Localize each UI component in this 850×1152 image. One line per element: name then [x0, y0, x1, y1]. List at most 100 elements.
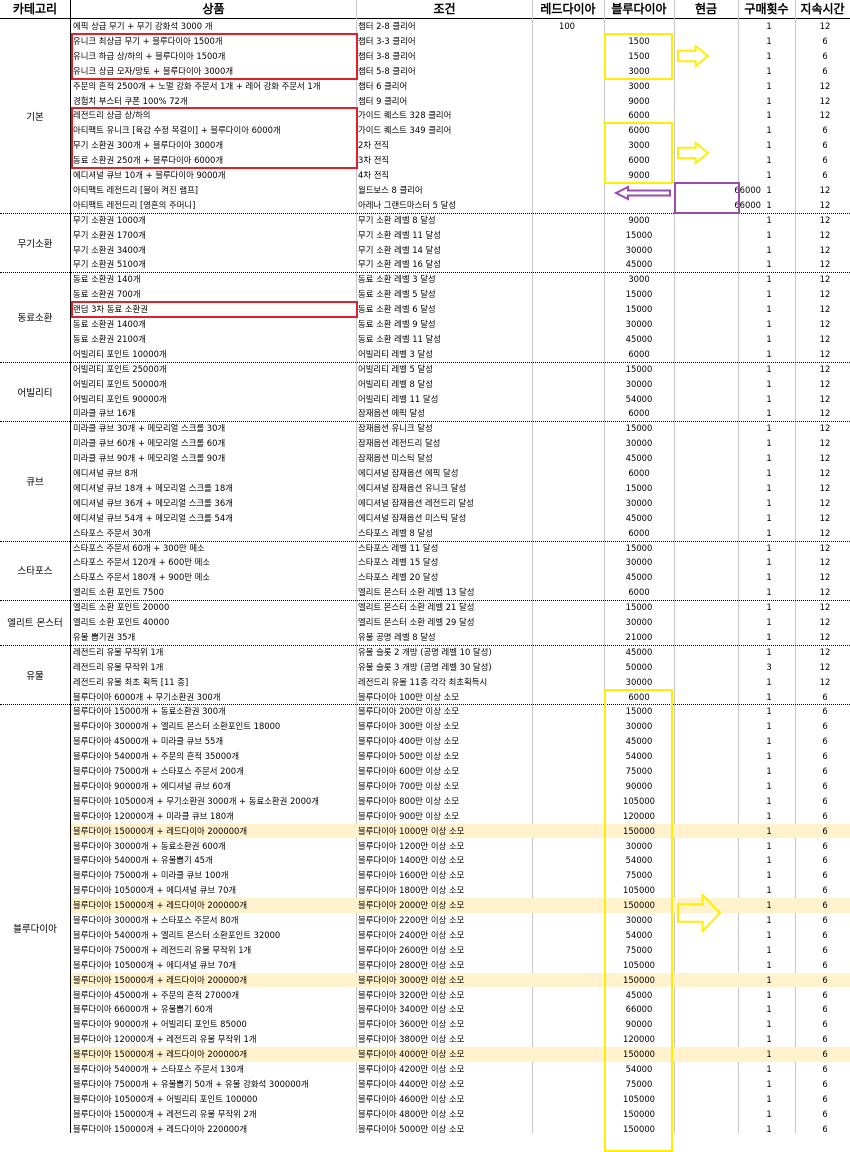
- condition-cell[interactable]: 블루다이아 2000만 이상 소모: [358, 898, 553, 913]
- product-cell[interactable]: 블루다이아 75000개 + 미라클 큐브 100개: [73, 868, 357, 883]
- red-dia-cell[interactable]: [542, 1077, 592, 1092]
- duration-cell[interactable]: 12: [795, 317, 850, 332]
- red-dia-cell[interactable]: [542, 243, 592, 258]
- blue-dia-cell[interactable]: 6000: [604, 347, 674, 362]
- duration-cell[interactable]: 6: [795, 690, 850, 705]
- red-dia-cell[interactable]: [542, 1062, 592, 1077]
- red-dia-cell[interactable]: [542, 764, 592, 779]
- red-dia-cell[interactable]: [542, 228, 592, 243]
- blue-dia-cell[interactable]: 120000: [604, 809, 674, 824]
- condition-cell[interactable]: 블루다이아 1400만 이상 소모: [358, 853, 553, 868]
- red-dia-cell[interactable]: [542, 1047, 592, 1062]
- red-dia-cell[interactable]: [542, 317, 592, 332]
- table-row[interactable]: 유니크 상급 모자/망토 + 블루다이아 3000개챕터 5-8 클리어3000…: [71, 64, 850, 79]
- duration-cell[interactable]: 12: [795, 541, 850, 556]
- product-cell[interactable]: 유니크 상급 모자/망토 + 블루다이아 3000개: [73, 64, 357, 79]
- condition-cell[interactable]: 4차 전직: [358, 168, 553, 183]
- red-dia-cell[interactable]: [542, 34, 592, 49]
- red-dia-cell[interactable]: [542, 600, 592, 615]
- buy-count-cell[interactable]: 1: [739, 809, 799, 824]
- buy-count-cell[interactable]: 1: [739, 1002, 799, 1017]
- buy-count-cell[interactable]: 1: [739, 585, 799, 600]
- buy-count-cell[interactable]: 1: [739, 406, 799, 421]
- condition-cell[interactable]: 블루다이아 200만 이상 소모: [358, 704, 553, 719]
- duration-cell[interactable]: 12: [795, 272, 850, 287]
- condition-cell[interactable]: 에디셔널 잠재옵션 레전드리 달성: [358, 496, 553, 511]
- product-cell[interactable]: 블루다이아 30000개 + 동료소환권 600개: [73, 839, 357, 854]
- condition-cell[interactable]: 잠재옵션 레전드리 달성: [358, 436, 553, 451]
- red-dia-cell[interactable]: [542, 451, 592, 466]
- red-dia-cell[interactable]: [542, 615, 592, 630]
- red-dia-cell[interactable]: [542, 377, 592, 392]
- table-row[interactable]: 어빌리티 포인트 90000개어빌리티 레벨 11 달성54000112: [71, 392, 850, 407]
- product-cell[interactable]: 스타포스 주문서 120개 + 600만 메소: [73, 555, 357, 570]
- red-dia-cell[interactable]: [542, 928, 592, 943]
- red-dia-cell[interactable]: [542, 690, 592, 705]
- buy-count-cell[interactable]: 1: [739, 570, 799, 585]
- blue-dia-cell[interactable]: 120000: [604, 1032, 674, 1047]
- table-row[interactable]: 스타포스 주문서 120개 + 600만 메소스타포스 레벨 15 달성3000…: [71, 555, 850, 570]
- red-dia-cell[interactable]: [542, 749, 592, 764]
- condition-cell[interactable]: 레전드리 유물 11종 각각 최초획득시: [358, 675, 553, 690]
- blue-dia-cell[interactable]: 30000: [604, 496, 674, 511]
- table-row[interactable]: 엘리트 소환 포인트 20000엘리트 몬스터 소환 레벨 21 달성15000…: [71, 600, 850, 615]
- condition-cell[interactable]: 가이드 퀘스트 349 클리어: [358, 123, 553, 138]
- condition-cell[interactable]: 블루다이아 2200만 이상 소모: [358, 913, 553, 928]
- blue-dia-cell[interactable]: 150000: [604, 898, 674, 913]
- condition-cell[interactable]: 챕터 6 클리어: [358, 79, 553, 94]
- condition-cell[interactable]: 블루다이아 3800만 이상 소모: [358, 1032, 553, 1047]
- table-row[interactable]: 미라클 큐브 90개 + 메모리얼 스크롤 90개잠재옵션 미스틱 달성4500…: [71, 451, 850, 466]
- table-row[interactable]: 어빌리티 포인트 50000개어빌리티 레벨 8 달성30000112: [71, 377, 850, 392]
- header-blue-dia[interactable]: 블루다이아: [604, 0, 674, 18]
- duration-cell[interactable]: 6: [795, 138, 850, 153]
- product-cell[interactable]: 블루다이아 45000개 + 주문의 흔적 27000개: [73, 988, 357, 1003]
- product-cell[interactable]: 블루다이아 30000개 + 스타포스 주문서 80개: [73, 913, 357, 928]
- duration-cell[interactable]: 12: [795, 615, 850, 630]
- table-row[interactable]: 블루다이아 150000개 + 레드다이아 200000개블루다이아 2000만…: [71, 898, 850, 913]
- blue-dia-cell[interactable]: 150000: [604, 1047, 674, 1062]
- blue-dia-cell[interactable]: 75000: [604, 868, 674, 883]
- table-row[interactable]: 무기 소환권 1000개무기 소환 레벨 8 달성9000112: [71, 213, 850, 228]
- buy-count-cell[interactable]: 1: [739, 272, 799, 287]
- product-cell[interactable]: 블루다이아 54000개 + 엘리트 몬스터 소환포인트 32000: [73, 928, 357, 943]
- red-dia-cell[interactable]: [542, 779, 592, 794]
- blue-dia-cell[interactable]: 15000: [604, 421, 674, 436]
- duration-cell[interactable]: 12: [795, 645, 850, 660]
- condition-cell[interactable]: 어빌리티 레벨 3 달성: [358, 347, 553, 362]
- table-row[interactable]: 무기 소환권 1700개무기 소환 레벨 11 달성15000112: [71, 228, 850, 243]
- condition-cell[interactable]: 무기 소환 레벨 16 달성: [358, 257, 553, 272]
- duration-cell[interactable]: 12: [795, 243, 850, 258]
- buy-count-cell[interactable]: 1: [739, 287, 799, 302]
- red-dia-cell[interactable]: [542, 406, 592, 421]
- buy-count-cell[interactable]: 1: [739, 108, 799, 123]
- duration-cell[interactable]: 6: [795, 49, 850, 64]
- duration-cell[interactable]: 6: [795, 1032, 850, 1047]
- buy-count-cell[interactable]: 1: [739, 79, 799, 94]
- red-dia-cell[interactable]: [542, 511, 592, 526]
- condition-cell[interactable]: 챕터 5-8 클리어: [358, 64, 553, 79]
- table-row[interactable]: 블루다이아 30000개 + 동료소환권 600개블루다이아 1200만 이상 …: [71, 839, 850, 854]
- buy-count-cell[interactable]: 1: [739, 794, 799, 809]
- condition-cell[interactable]: 에디셔널 잠재옵션 유니크 달성: [358, 481, 553, 496]
- buy-count-cell[interactable]: 1: [739, 1092, 799, 1107]
- red-dia-cell[interactable]: [542, 868, 592, 883]
- duration-cell[interactable]: 12: [795, 570, 850, 585]
- table-row[interactable]: 블루다이아 54000개 + 스타포스 주문서 130개블루다이아 4200만 …: [71, 1062, 850, 1077]
- product-cell[interactable]: 주문의 흔적 2500개 + 노멀 강화 주문서 1개 + 레어 강화 주문서 …: [73, 79, 357, 94]
- product-cell[interactable]: 유니크 하급 상/하의 + 블루다이아 1500개: [73, 49, 357, 64]
- duration-cell[interactable]: 12: [795, 198, 850, 213]
- condition-cell[interactable]: 블루다이아 3000만 이상 소모: [358, 973, 553, 988]
- table-row[interactable]: 어빌리티 포인트 25000개어빌리티 레벨 5 달성15000112: [71, 362, 850, 377]
- product-cell[interactable]: 아티팩트 레전드리 [불이 켜진 램프]: [73, 183, 357, 198]
- duration-cell[interactable]: 12: [795, 511, 850, 526]
- table-row[interactable]: 블루다이아 150000개 + 레드다이아 200000개블루다이아 1000만…: [71, 824, 850, 839]
- condition-cell[interactable]: 블루다이아 2800만 이상 소모: [358, 958, 553, 973]
- header-cash[interactable]: 현금: [674, 0, 738, 18]
- header-duration[interactable]: 지속시간: [795, 0, 850, 18]
- buy-count-cell[interactable]: 1: [739, 943, 799, 958]
- blue-dia-cell[interactable]: 21000: [604, 630, 674, 645]
- condition-cell[interactable]: 스타포스 레벨 11 달성: [358, 541, 553, 556]
- red-dia-cell[interactable]: [542, 973, 592, 988]
- blue-dia-cell[interactable]: 30000: [604, 615, 674, 630]
- product-cell[interactable]: 블루다이아 75000개 + 레전드리 유물 무작위 1개: [73, 943, 357, 958]
